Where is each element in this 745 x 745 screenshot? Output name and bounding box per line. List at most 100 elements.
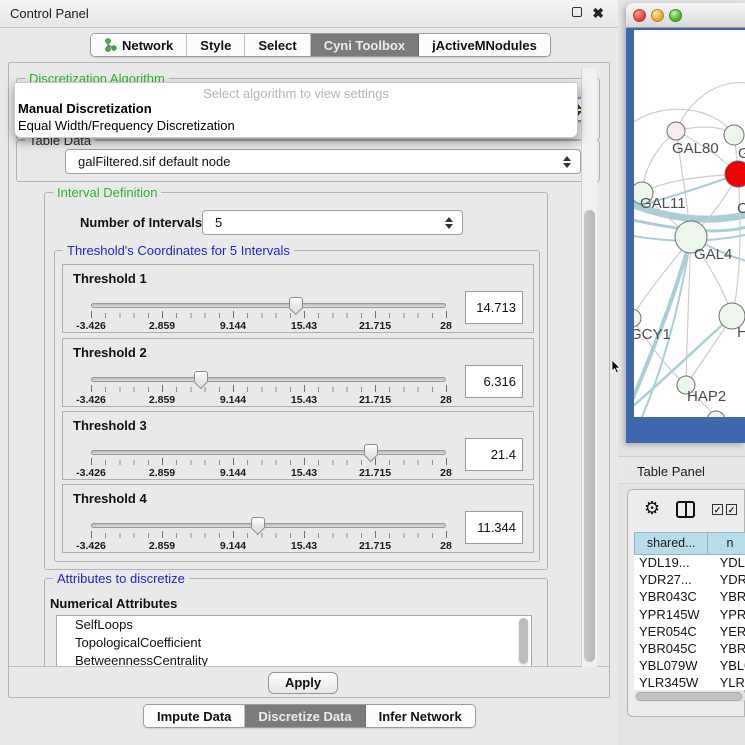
zoom-traffic-light-icon[interactable] (669, 9, 682, 22)
table-data-combobox[interactable]: galFiltered.sif default node (65, 149, 581, 174)
table-cell[interactable]: YDL1 (714, 555, 745, 572)
node-gal80[interactable] (667, 122, 685, 140)
tick-label: -3.426 (76, 394, 106, 406)
threshold-4-slider-handle[interactable] (251, 517, 265, 527)
tab-discretize-data[interactable]: Discretize Data (245, 705, 365, 727)
numerical-attributes-list[interactable]: SelfLoops TopologicalCoefficient Between… (56, 615, 532, 667)
column-header-shared-name[interactable]: shared... (634, 532, 708, 555)
split-column-icon[interactable] (676, 501, 695, 518)
list-scrollbar[interactable] (518, 618, 529, 666)
float-window-icon[interactable] (572, 7, 582, 17)
gear-icon[interactable]: ⚙ (644, 499, 660, 517)
threshold-1-slider[interactable] (91, 303, 446, 308)
tick-label: 9.144 (220, 320, 246, 332)
node-bottom[interactable] (707, 411, 725, 417)
table-cell[interactable]: YDR27... (634, 572, 714, 589)
control-panel-window: Control Panel ✖ Network Style (0, 0, 618, 745)
threshold-3-slider-handle[interactable] (364, 444, 378, 454)
table-cell[interactable]: YBL0 (714, 658, 745, 675)
table-panel-body: ⚙ ✓ ✓ shared... n YDL19... YDL1 YDR27...… (627, 489, 745, 717)
checkbox-icon[interactable]: ✓ (712, 504, 723, 515)
table-cell[interactable]: YDR2 (714, 572, 745, 589)
table-cell[interactable]: YER054C (634, 624, 714, 641)
tab-style[interactable]: Style (187, 34, 245, 56)
table-cell[interactable]: YBR0 (714, 589, 745, 606)
table-row[interactable]: YPR145W YPR1 (634, 607, 745, 624)
node-label: GCY1 (634, 326, 671, 343)
table-cell[interactable]: YBR0 (714, 641, 745, 658)
threshold-4-value-field[interactable]: 11.344 (465, 511, 523, 544)
table-row[interactable]: YBL079W YBL0 (634, 658, 745, 675)
control-panel-titlebar: Control Panel ✖ (0, 0, 618, 28)
thresholds-group-title: Threshold's Coordinates for 5 Intervals (63, 243, 294, 258)
table-cell[interactable]: YER0 (714, 624, 745, 641)
threshold-4-slider[interactable] (91, 523, 446, 528)
algorithm-option-equal-width[interactable]: Equal Width/Frequency Discretization (18, 118, 235, 133)
tab-network[interactable]: Network (91, 34, 187, 56)
panel-scrollbar-thumb[interactable] (584, 210, 595, 662)
list-item[interactable]: TopologicalCoefficient (57, 634, 531, 652)
table-cell[interactable]: YBL079W (634, 658, 714, 675)
tab-infer-network[interactable]: Infer Network (366, 705, 475, 727)
tick-label: 15.43 (291, 540, 317, 552)
table-hscrollbar-thumb[interactable] (636, 692, 742, 701)
control-panel-tabbar: Network Style Select Cyni Toolbox jActiv… (90, 33, 551, 57)
algorithm-dropdown-hint: Select algorithm to view settings (15, 86, 577, 101)
num-intervals-combobox[interactable]: 5 (202, 210, 463, 235)
list-scrollbar-thumb[interactable] (519, 618, 528, 664)
network-canvas[interactable]: GAL80 G GAL11 C GAL4 GCY1 H HAP2 (634, 30, 745, 417)
network-window-titlebar (626, 3, 745, 28)
tab-select[interactable]: Select (245, 34, 310, 56)
table-cell[interactable]: YBR045C (634, 641, 714, 658)
table-cell[interactable]: YLR345W (634, 675, 714, 690)
apply-button[interactable]: Apply (268, 672, 338, 694)
table-cell[interactable]: YDL19... (634, 555, 714, 572)
column-header-name[interactable]: n (708, 532, 745, 555)
threshold-1-panel: Threshold 1 -3.426 2.859 9.144 15.43 21.… (62, 264, 534, 333)
minimize-traffic-light-icon[interactable] (651, 9, 664, 22)
panel-scrollbar[interactable] (581, 68, 597, 667)
node-top-right[interactable] (724, 125, 744, 145)
table-row[interactable]: YER054C YER0 (634, 624, 745, 641)
table-row[interactable]: YDL19... YDL1 (634, 555, 745, 572)
tick-label: 2.859 (149, 467, 175, 479)
table-row[interactable]: YBR045C YBR0 (634, 641, 745, 658)
network-icon (104, 38, 117, 52)
tab-cyni-toolbox[interactable]: Cyni Toolbox (311, 34, 419, 56)
slider-major-ticks (91, 311, 447, 318)
table-row[interactable]: YDR27... YDR2 (634, 572, 745, 589)
slider-tick-labels: -3.426 2.859 9.144 15.43 21.715 28 (91, 320, 446, 332)
node-label: H (737, 324, 745, 341)
threshold-1-value-field[interactable]: 14.713 (465, 291, 523, 324)
combobox-spinner-icon (445, 217, 453, 229)
tick-label: 21.715 (359, 467, 391, 479)
algorithm-option-manual[interactable]: Manual Discretization (18, 101, 152, 116)
table-cell[interactable]: YPR145W (634, 607, 714, 624)
close-window-icon[interactable]: ✖ (592, 5, 604, 22)
tab-jactivemnodules[interactable]: jActiveMNodules (419, 34, 550, 56)
table-cell[interactable]: YLR3 (714, 675, 745, 690)
threshold-3-value-field[interactable]: 21.4 (465, 438, 523, 471)
tab-select-label: Select (258, 38, 296, 53)
threshold-3-slider[interactable] (91, 450, 446, 455)
tab-network-label: Network (122, 38, 173, 53)
slider-tick-labels: -3.426 2.859 9.144 15.43 21.715 28 (91, 394, 446, 406)
table-cell[interactable]: YPR1 (714, 607, 745, 624)
tick-label: 28 (440, 467, 452, 479)
table-row[interactable]: YBR043C YBR0 (634, 589, 745, 606)
list-item[interactable]: BetweennessCentrality (57, 652, 531, 667)
list-item[interactable]: SelfLoops (57, 616, 531, 634)
threshold-3-panel: Threshold 3 -3.426 2.859 9.144 15.43 21.… (62, 411, 534, 480)
node-gcy1[interactable] (634, 309, 641, 327)
table-hscrollbar[interactable] (634, 691, 745, 702)
tab-impute-data[interactable]: Impute Data (144, 705, 245, 727)
checkbox-icon[interactable]: ✓ (726, 504, 737, 515)
table-cell[interactable]: YBR043C (634, 589, 714, 606)
close-traffic-light-icon[interactable] (633, 9, 646, 22)
threshold-2-value-field[interactable]: 6.316 (465, 365, 523, 398)
threshold-1-slider-handle[interactable] (289, 297, 303, 307)
threshold-2-slider-handle[interactable] (194, 371, 208, 381)
threshold-2-slider[interactable] (91, 377, 446, 382)
table-header-row: shared... n (634, 532, 745, 555)
table-row[interactable]: YLR345W YLR3 (634, 675, 745, 690)
